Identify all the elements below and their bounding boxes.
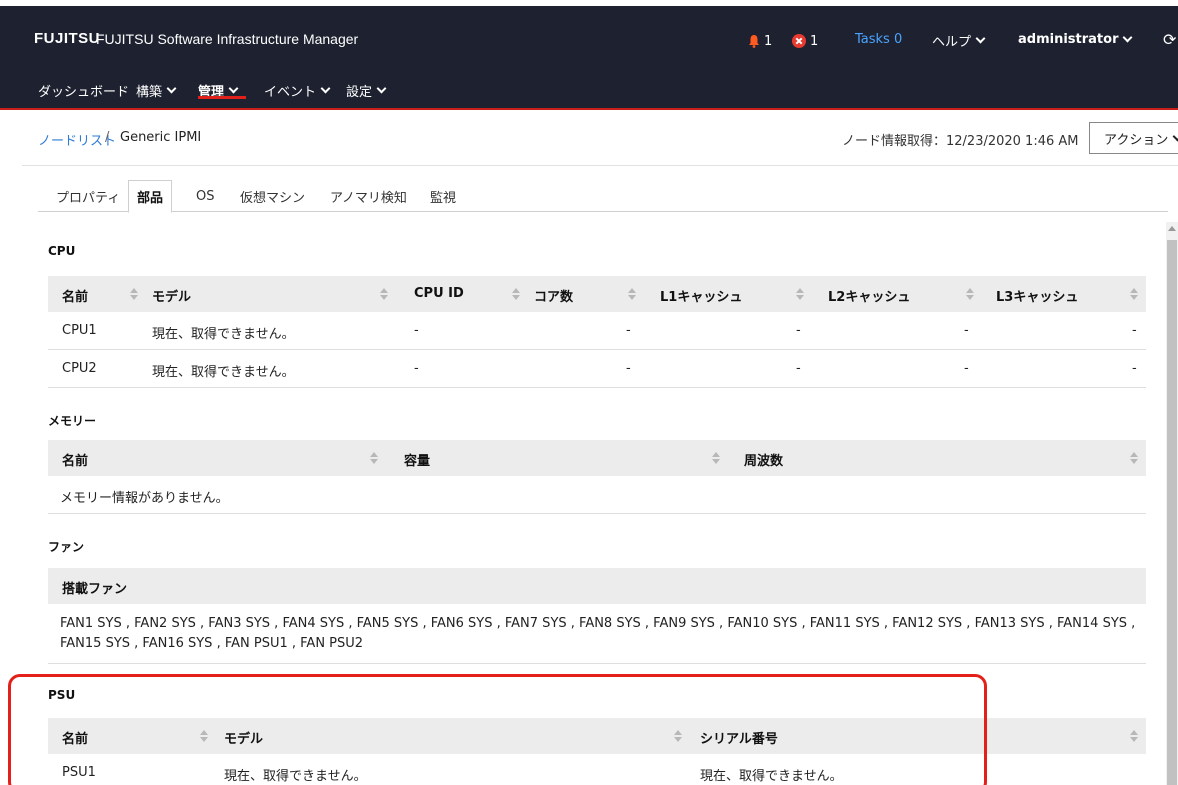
- col-frequency[interactable]: 周波数: [744, 450, 783, 469]
- product-title: FUJITSU Software Infrastructure Manager: [96, 31, 359, 47]
- psu-highlight-box: [8, 674, 987, 785]
- memory-table-header: 名前 容量 周波数: [48, 440, 1146, 476]
- tab-os[interactable]: OS: [188, 180, 222, 212]
- chevron-down-icon: [975, 33, 986, 44]
- chevron-down-icon: [228, 83, 239, 93]
- memory-empty-row: メモリー情報がありません。: [48, 476, 1146, 514]
- tab-properties[interactable]: プロパティ: [48, 180, 128, 212]
- sort-icon[interactable]: [512, 288, 520, 302]
- sort-icon[interactable]: [370, 452, 378, 466]
- tab-anomaly[interactable]: アノマリ検知: [322, 180, 415, 212]
- sort-icon[interactable]: [966, 288, 974, 302]
- help-label: ヘルプ: [932, 35, 972, 50]
- nav-events-label: イベント: [264, 84, 317, 100]
- chevron-down-icon: [1123, 32, 1133, 43]
- breadcrumb-separator: /: [105, 130, 110, 145]
- top-header: FUJITSU FUJITSU Software Infrastructure …: [0, 0, 1178, 110]
- sort-icon[interactable]: [380, 288, 388, 302]
- nav-active-indicator: [198, 96, 246, 99]
- nav-dashboard[interactable]: ダッシュボード: [38, 80, 129, 100]
- action-button[interactable]: アクション: [1089, 122, 1178, 154]
- tab-vm[interactable]: 仮想マシン: [232, 180, 313, 212]
- cell: -: [1132, 361, 1137, 376]
- cell: -: [414, 323, 419, 338]
- chevron-down-icon: [166, 83, 177, 93]
- col-cpu-id[interactable]: CPU ID: [414, 286, 464, 301]
- error-x-icon: [792, 34, 806, 48]
- sort-icon[interactable]: [628, 288, 636, 302]
- tasks-link[interactable]: Tasks 0: [855, 32, 902, 47]
- sort-icon[interactable]: [1130, 288, 1138, 302]
- table-row: CPU2 現在、取得できません。 - - - - -: [48, 350, 1146, 388]
- col-l1[interactable]: L1キャッシュ: [660, 286, 742, 305]
- cell: CPU1: [62, 323, 97, 338]
- breadcrumb-current: Generic IPMI: [120, 130, 202, 145]
- brand-row: FUJITSU FUJITSU Software Infrastructure …: [0, 12, 1178, 64]
- breadcrumb-bar: ノードリスト / Generic IPMI ノード情報取得：12/23/2020…: [22, 110, 1178, 166]
- nav-build[interactable]: 構築: [136, 80, 177, 100]
- col-name[interactable]: 名前: [62, 286, 88, 305]
- nav-settings[interactable]: 設定: [346, 80, 387, 100]
- cell: -: [796, 361, 801, 376]
- cell: -: [414, 361, 419, 376]
- refresh-icon[interactable]: ⟳: [1163, 30, 1176, 49]
- col-l3[interactable]: L3キャッシュ: [996, 286, 1078, 305]
- help-menu[interactable]: ヘルプ: [932, 31, 986, 50]
- cpu-table-header: 名前 モデル CPU ID コア数 L1キャッシュ L2キャッシュ L3キャッシ…: [48, 276, 1146, 312]
- main-nav: ダッシュボード 構築 管理 イベント 設定: [0, 72, 1178, 112]
- user-menu[interactable]: administrator: [1018, 32, 1133, 47]
- nav-build-label: 構築: [136, 84, 163, 100]
- fan-row: FAN1 SYS , FAN2 SYS , FAN3 SYS , FAN4 SY…: [48, 604, 1146, 664]
- scrollbar-thumb[interactable]: [1167, 240, 1177, 785]
- bell-icon: [749, 35, 759, 48]
- fan-section-title: ファン: [48, 540, 85, 554]
- memory-section-title: メモリー: [48, 414, 97, 428]
- sort-icon[interactable]: [1130, 730, 1138, 744]
- cell: -: [964, 323, 969, 338]
- user-name: administrator: [1018, 32, 1119, 47]
- sort-icon[interactable]: [130, 288, 138, 302]
- error-count: 1: [810, 33, 819, 49]
- cell: -: [626, 361, 631, 376]
- cell: -: [964, 361, 969, 376]
- sort-icon[interactable]: [796, 288, 804, 302]
- warning-count: 1: [764, 33, 773, 49]
- cell: -: [1132, 323, 1137, 338]
- sort-icon[interactable]: [1130, 452, 1138, 466]
- cell: 現在、取得できません。: [152, 365, 295, 380]
- cpu-section-title: CPU: [48, 244, 76, 258]
- scroll-up-icon[interactable]: [1168, 226, 1176, 231]
- col-cores[interactable]: コア数: [534, 286, 573, 305]
- col-model[interactable]: モデル: [152, 286, 191, 305]
- memory-empty-message: メモリー情報がありません。: [60, 491, 229, 506]
- table-row: CPU1 現在、取得できません。 - - - - -: [48, 312, 1146, 350]
- col-installed-fans: 搭載ファン: [62, 582, 128, 597]
- chevron-down-icon: [1172, 131, 1178, 141]
- fujitsu-logo: FUJITSU: [34, 30, 101, 47]
- node-info-timestamp: ノード情報取得：12/23/2020 1:46 AM: [842, 134, 1079, 149]
- cell: CPU2: [62, 361, 97, 376]
- fan-table-header: 搭載ファン: [48, 568, 1146, 604]
- chevron-down-icon: [376, 83, 387, 93]
- nav-dashboard-label: ダッシュボード: [38, 84, 130, 100]
- tab-monitoring[interactable]: 監視: [422, 180, 464, 212]
- nav-settings-label: 設定: [346, 84, 373, 100]
- cell: 現在、取得できません。: [152, 327, 295, 342]
- cell: -: [796, 323, 801, 338]
- col-capacity[interactable]: 容量: [404, 450, 430, 469]
- chevron-down-icon: [320, 83, 331, 93]
- warning-notification[interactable]: 1: [748, 31, 778, 51]
- nav-events[interactable]: イベント: [264, 80, 331, 100]
- cell: -: [626, 323, 631, 338]
- fan-list: FAN1 SYS , FAN2 SYS , FAN3 SYS , FAN4 SY…: [60, 616, 1136, 651]
- error-notification[interactable]: 1: [792, 31, 826, 51]
- col-name[interactable]: 名前: [62, 450, 88, 469]
- tab-parts[interactable]: 部品: [128, 180, 173, 213]
- action-label: アクション: [1104, 132, 1169, 148]
- tab-bar: プロパティ 部品 OS 仮想マシン アノマリ検知 監視: [38, 180, 1168, 213]
- sort-icon[interactable]: [712, 452, 720, 466]
- col-l2[interactable]: L2キャッシュ: [828, 286, 910, 305]
